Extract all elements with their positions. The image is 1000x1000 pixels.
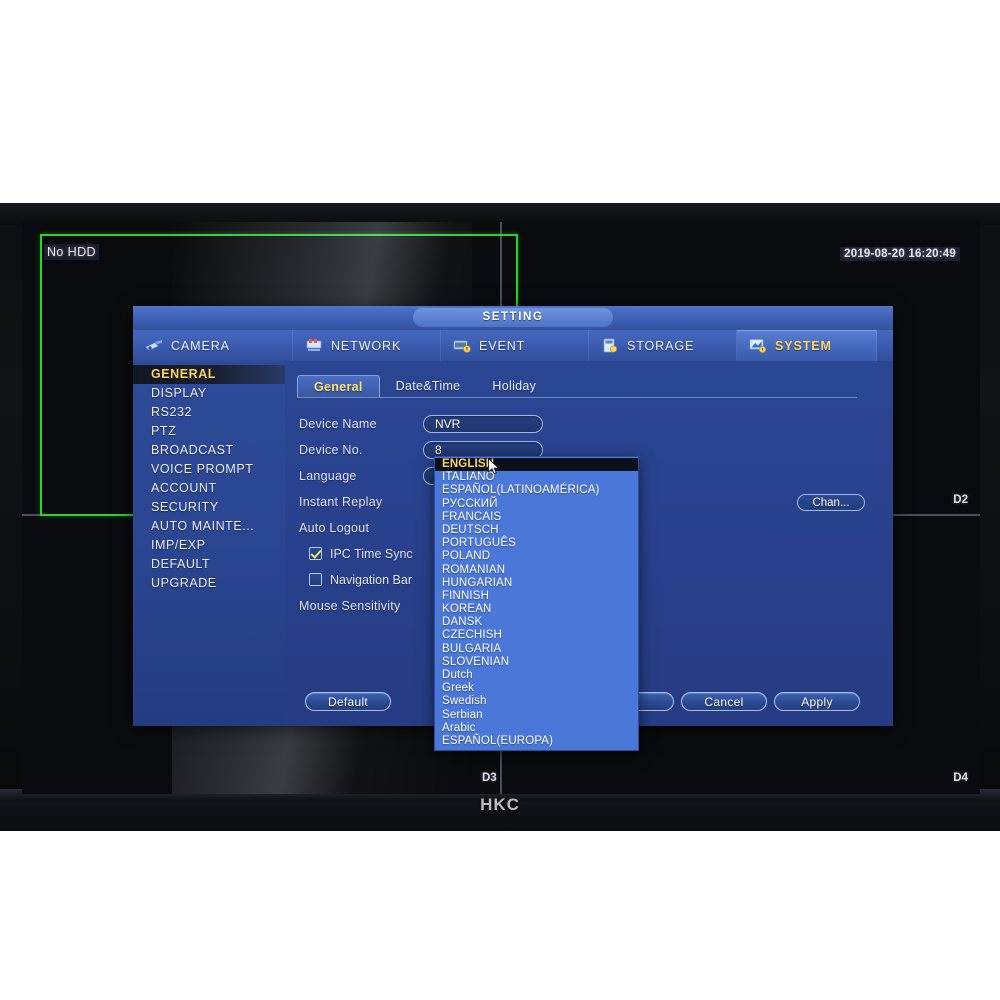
ipc-time-sync-label: IPC Time Sync [330,546,413,561]
language-label: Language [299,468,357,483]
language-option[interactable]: FINNISH [435,590,638,603]
language-option[interactable]: ENGLISH [435,458,638,472]
language-option[interactable]: PORTUGUÊS [435,537,638,550]
sidebar-item-voice-prompt[interactable]: VOICE PROMPT [133,460,285,479]
osd-timestamp: 2019-08-20 16:20:49 [840,247,960,261]
event-icon [453,338,472,353]
sidebar-item-imp-exp[interactable]: IMP/EXP [133,536,285,555]
ipc-time-sync-checkbox-row[interactable]: IPC Time Sync [299,547,413,561]
subtab-holiday[interactable]: Holiday [476,375,552,397]
sidebar-item-display[interactable]: DISPLAY [133,384,285,403]
language-option[interactable]: HUNGARIAN [435,577,638,590]
network-icon [305,338,324,353]
window-title: SETTING [413,308,613,327]
device-no-label: Device No. [299,442,363,457]
navigation-bar-checkbox[interactable] [309,573,322,586]
language-option[interactable]: DANSK [435,616,638,629]
language-option[interactable]: DEUTSCH [435,524,638,537]
tab-system-label: SYSTEM [775,338,832,353]
language-dropdown-list[interactable]: ENGLISH ITALIANO ESPAÑOL(LATINOAMÉRICA) РУС… [434,456,639,752]
language-option[interactable]: ITALIANO [435,471,638,484]
language-option[interactable]: BULGARIA [435,643,638,656]
channel-label-d3: D3 [482,772,497,784]
system-icon [749,338,768,354]
language-option[interactable]: Swedish [435,695,638,708]
language-option[interactable]: РУССКИЙ [435,498,638,511]
auto-logout-label: Auto Logout [299,520,370,535]
language-option[interactable]: SLOVENIAN [435,656,638,669]
tab-storage[interactable]: STORAGE [589,330,737,361]
sidebar-item-rs232[interactable]: RS232 [133,403,285,422]
channel-button[interactable]: Chan... [797,494,865,511]
device-name-input[interactable]: NVR [423,414,543,433]
sidebar-item-default[interactable]: DEFAULT [133,555,285,574]
general-subtabs: General Date&Time Holiday [297,375,857,398]
apply-button[interactable]: Apply [774,692,860,711]
tab-network-label: NETWORK [331,338,402,353]
subtab-datetime[interactable]: Date&Time [380,375,477,397]
sidebar-item-broadcast[interactable]: BROADCAST [133,441,285,460]
language-option[interactable]: POLAND [435,550,638,563]
tab-event[interactable]: EVENT [441,330,589,361]
subtab-general[interactable]: General [297,375,380,397]
sidebar-item-auto-maintain[interactable]: AUTO MAINTE... [133,517,285,536]
monitor-brand-logo: HKC [480,795,520,814]
sidebar-item-general[interactable]: GENERAL [133,365,285,384]
cancel-button[interactable]: Cancel [681,692,767,711]
language-option[interactable]: FRANCAIS [435,511,638,524]
camera-icon [145,338,164,353]
tab-event-label: EVENT [479,338,526,353]
no-hdd-warning: No HDD [44,244,99,260]
storage-icon [601,338,620,353]
sidebar-item-security[interactable]: SECURITY [133,498,285,517]
mouse-sensitivity-label: Mouse Sensitivity [299,598,401,613]
navigation-bar-label: Navigation Bar [330,572,412,587]
tab-system[interactable]: SYSTEM [737,330,877,361]
language-option[interactable]: Greek [435,682,638,695]
language-option[interactable]: KOREAN [435,603,638,616]
ipc-time-sync-checkbox[interactable] [309,547,322,560]
tab-camera[interactable]: CAMERA [133,330,293,361]
language-option[interactable]: ROMANIAN [435,564,638,577]
navigation-bar-checkbox-row[interactable]: Navigation Bar [299,573,412,587]
monitor-photo: HKC No HDD 2019-08-20 16:20:49 D2 D3 D4 … [0,0,1000,1000]
tab-network[interactable]: NETWORK [293,330,441,361]
channel-label-d2: D2 [953,494,968,506]
language-option[interactable]: Arabic [435,722,638,735]
language-option[interactable]: ESPAÑOL(EUROPA) [435,735,638,748]
tab-camera-label: CAMERA [171,338,230,353]
window-titlebar: SETTING [133,306,893,330]
tabbar-filler [877,330,893,361]
channel-label-d4: D4 [953,772,968,784]
settings-sidebar: GENERAL DISPLAY RS232 PTZ BROADCAST VOIC… [133,361,285,726]
tab-storage-label: STORAGE [627,338,695,353]
sidebar-item-account[interactable]: ACCOUNT [133,479,285,498]
device-name-label: Device Name [299,416,377,431]
language-option[interactable]: CZECHISH [435,629,638,642]
main-tabbar: CAMERA NETWORK EVENT STORAGE SYSTEM [133,330,893,361]
default-button[interactable]: Default [305,692,391,711]
language-option[interactable]: Serbian [435,709,638,722]
language-option[interactable]: ESPAÑOL(LATINOAMÉRICA) [435,484,638,497]
sidebar-item-upgrade[interactable]: UPGRADE [133,574,285,593]
language-option[interactable]: Dutch [435,669,638,682]
sidebar-item-ptz[interactable]: PTZ [133,422,285,441]
row-device-name: Device Name NVR [299,413,879,434]
instant-replay-label: Instant Replay [299,494,383,509]
